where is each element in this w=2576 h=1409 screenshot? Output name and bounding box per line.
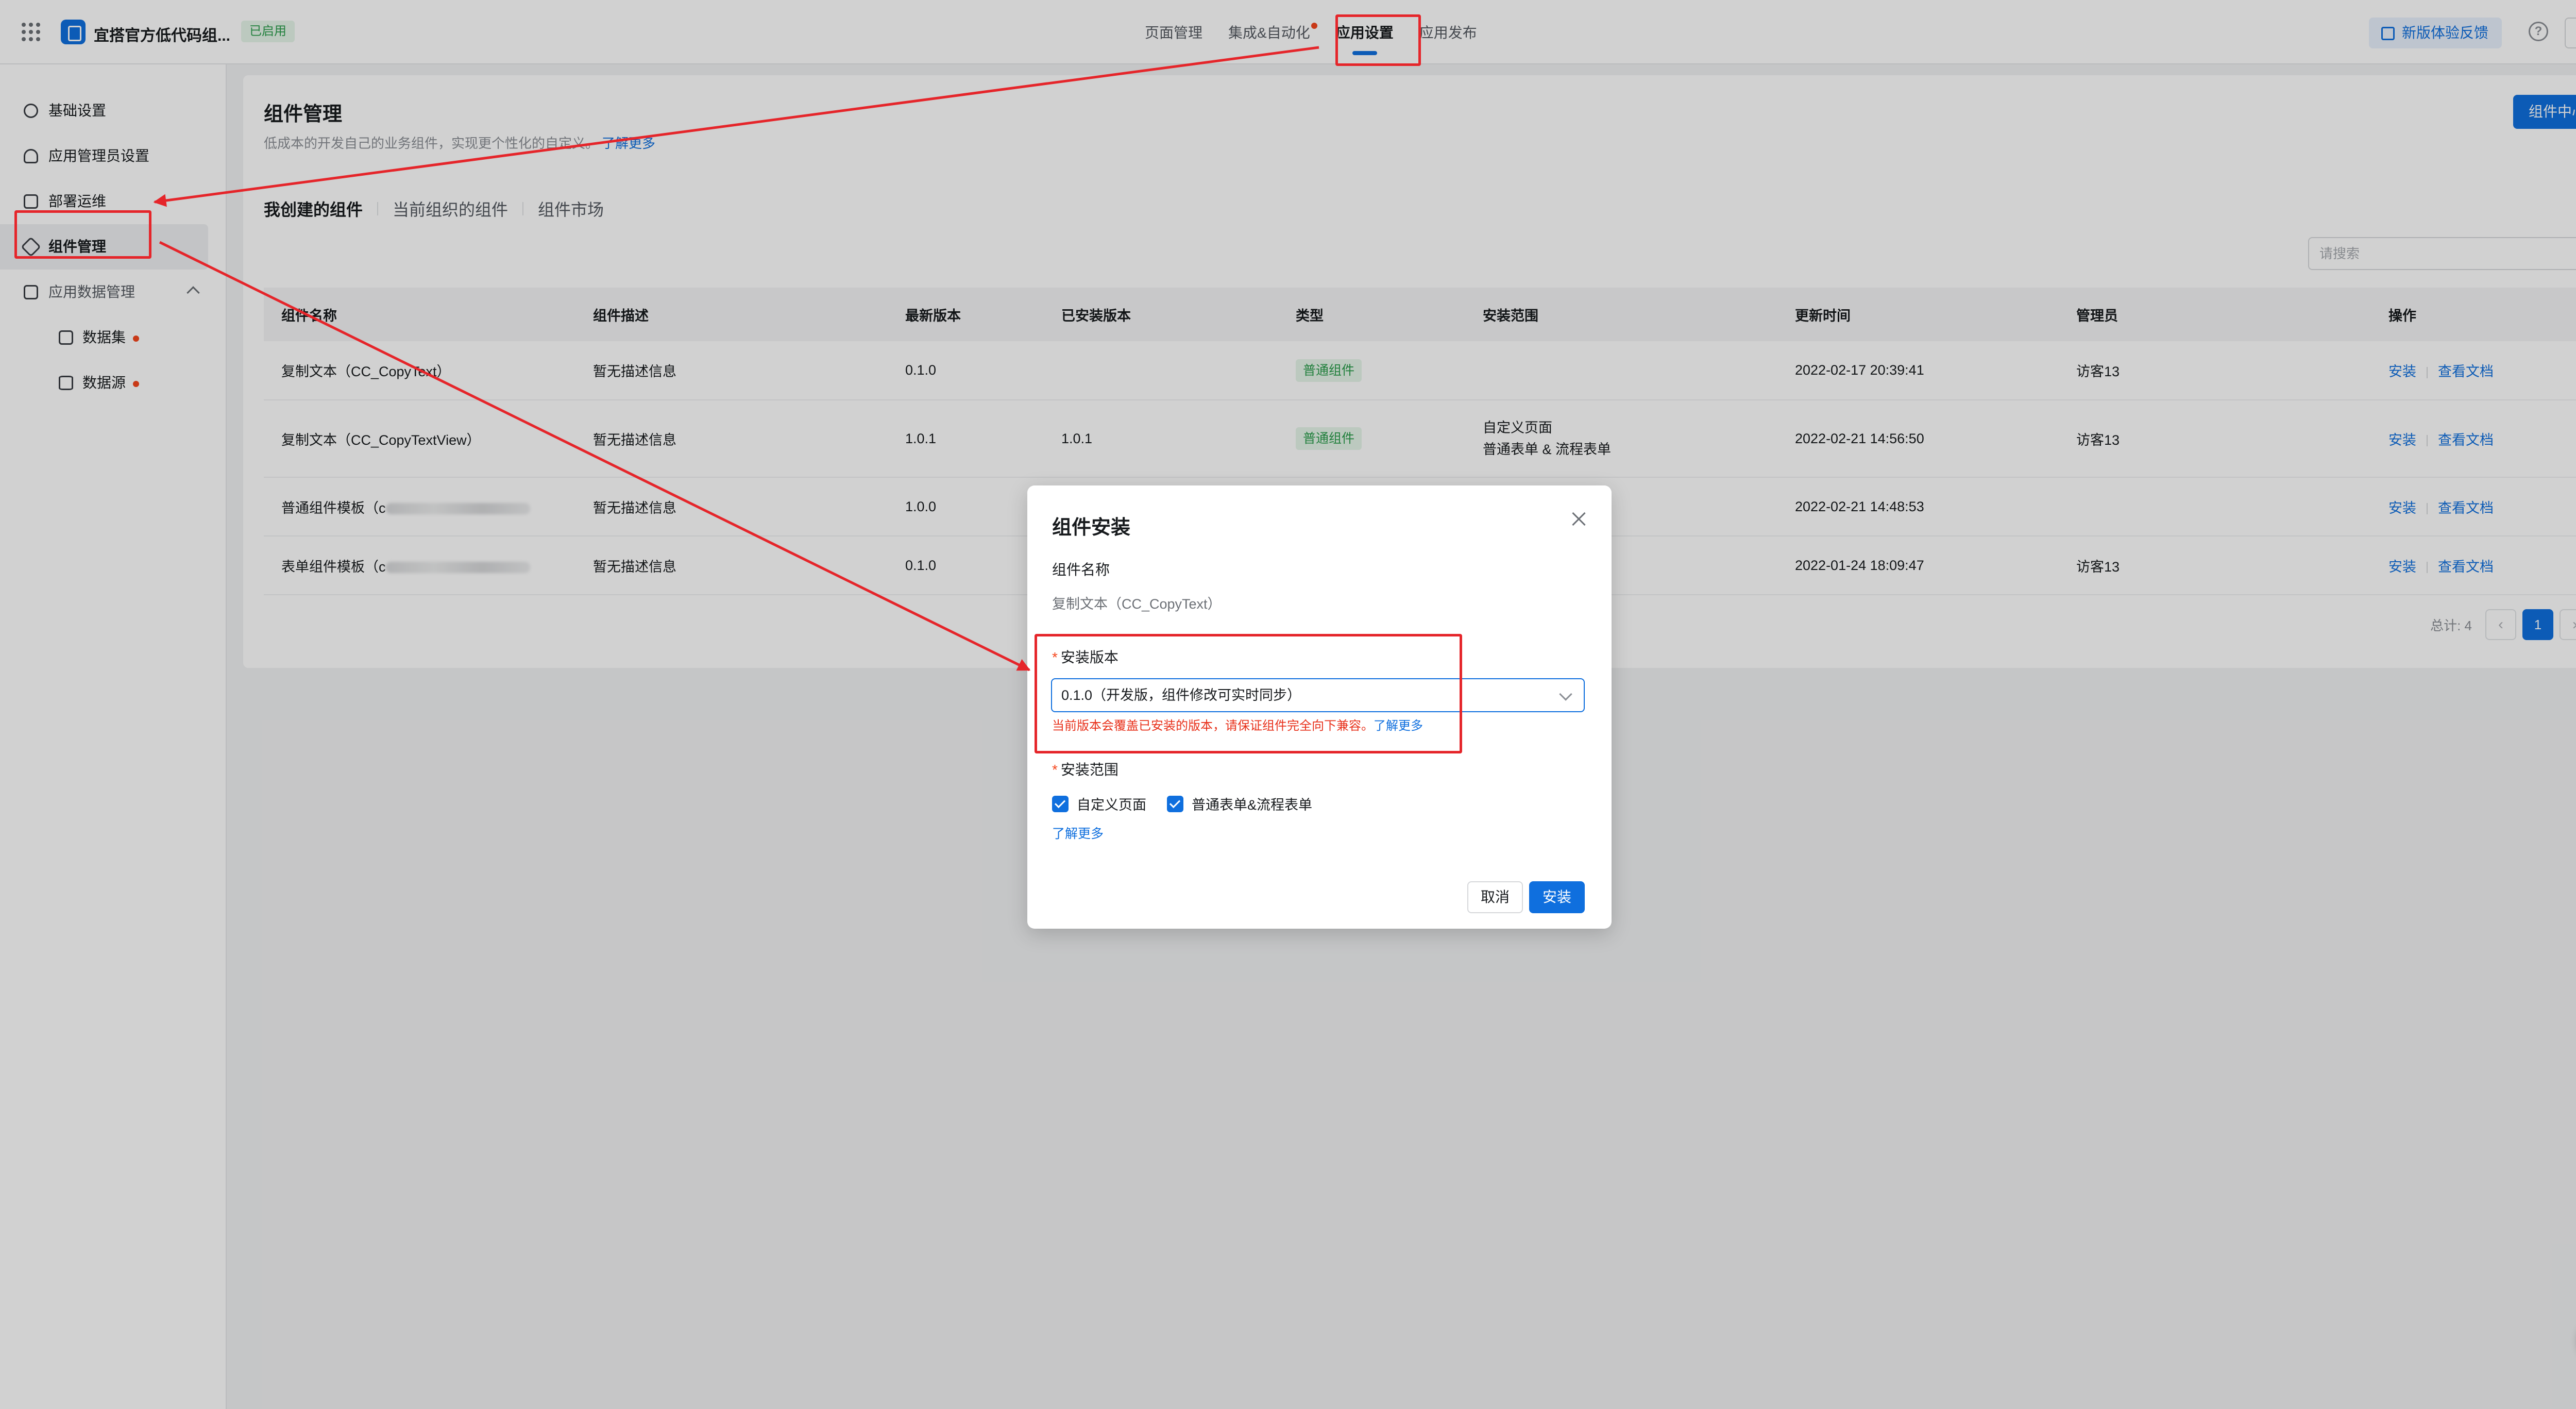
arrow-to-version-select: [159, 241, 1031, 672]
arrow-to-component-management: [153, 46, 1319, 207]
annotation-arrows: [153, 46, 1319, 672]
